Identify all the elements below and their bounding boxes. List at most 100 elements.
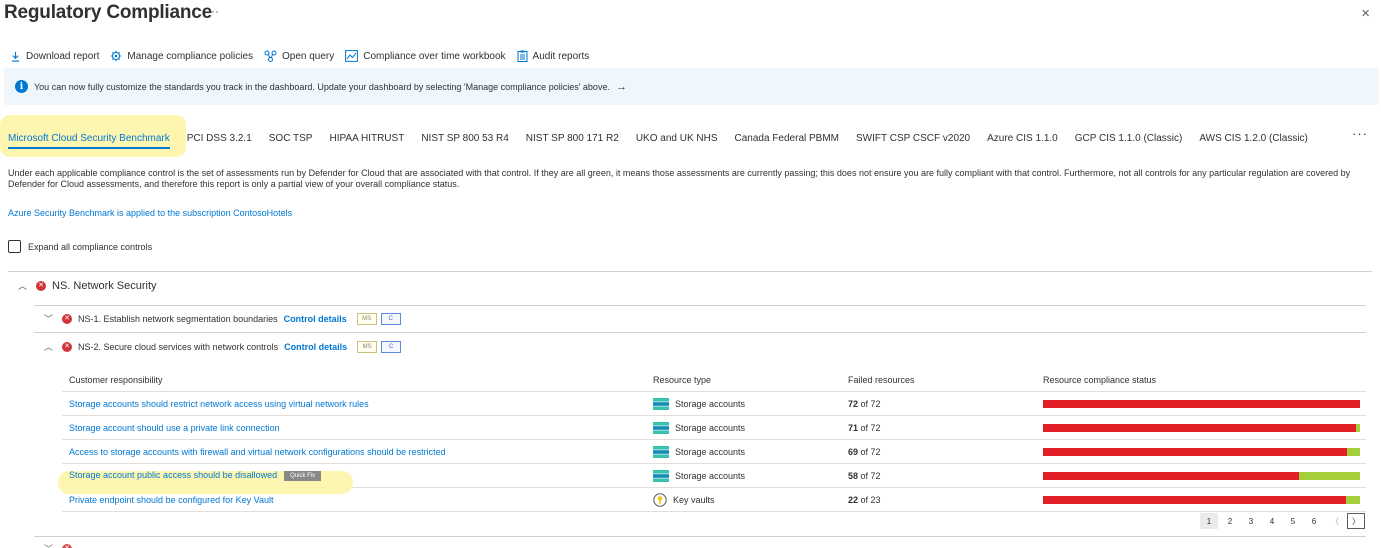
tab-soc-tsp[interactable]: SOC TSP [269,133,313,144]
error-icon: ✕ [62,313,73,324]
recommendation-cell: Storage account public access should be … [58,470,646,495]
chart-icon [345,50,359,62]
total-count: of 72 [860,422,881,433]
tab-microsoft-cloud-security-benchmark[interactable]: Microsoft Cloud Security Benchmark [8,133,170,149]
tab-gcp-cis[interactable]: GCP CIS 1.1.0 (Classic) [1075,133,1183,144]
recommendation-link[interactable]: Storage account should use a private lin… [69,423,280,433]
audit-reports-button[interactable]: Audit reports [517,50,590,62]
expand-all-row[interactable]: Expand all compliance controls [8,240,152,253]
recommendation-link[interactable]: Access to storage accounts with firewall… [69,447,446,457]
header-failed-resources[interactable]: Failed resources [841,375,1036,385]
control-details-link[interactable]: Control details [284,342,347,352]
ms-tag: MS [356,312,377,325]
next-page-icon[interactable]: 〉 [1347,513,1365,529]
close-icon[interactable]: × [1361,6,1370,21]
pagination: 1 2 3 4 5 6 〈 〉 [1200,513,1368,529]
open-query-button[interactable]: Open query [264,50,334,62]
passed-segment [1346,495,1360,504]
compliance-over-time-workbook-button[interactable]: Compliance over time workbook [345,50,506,62]
divider [34,536,1366,537]
table-row[interactable]: Access to storage accounts with firewall… [62,440,1366,464]
tab-swift-csp-cscf[interactable]: SWIFT CSP CSCF v2020 [856,133,970,144]
section-network-security[interactable]: ︿ ✕ NS. Network Security [18,279,157,292]
failed-segment [1043,399,1360,408]
page-4-button[interactable]: 4 [1263,513,1281,529]
failed-count: 58 [848,470,859,481]
expand-all-checkbox[interactable] [8,240,21,253]
page-2-button[interactable]: 2 [1221,513,1239,529]
resource-type-label: Storage accounts [675,446,746,457]
toolbar: Download report Manage compliance polici… [10,48,600,64]
resource-type-cell: Storage accounts [646,469,841,482]
resource-type-cell: Key vaults [646,492,841,507]
tab-hipaa-hitrust[interactable]: HIPAA HITRUST [329,133,404,144]
table-row[interactable]: Private endpoint should be configured fo… [62,488,1366,512]
control-ns-3-partial[interactable]: ﹀ ✕ [44,542,78,548]
tab-canada-federal-pbmm[interactable]: Canada Federal PBMM [735,133,840,144]
benchmark-subscription-link[interactable]: Azure Security Benchmark is applied to t… [8,208,292,218]
manage-compliance-policies-label: Manage compliance policies [127,50,253,62]
header-resource-type[interactable]: Resource type [646,375,841,385]
recommendation-link[interactable]: Storage accounts should restrict network… [69,399,369,409]
control-details-link[interactable]: Control details [284,314,347,324]
failed-resources-cell: 58 of 72 [841,471,1036,481]
compliance-bar [1043,423,1360,432]
control-ns-1[interactable]: ﹀ ✕ NS-1. Establish network segmentation… [44,312,401,325]
tab-uko-uk-nhs[interactable]: UKO and UK NHS [636,133,718,144]
control-label: NS-2. Secure cloud services with network… [78,341,279,352]
compliance-over-time-workbook-label: Compliance over time workbook [363,50,506,62]
page-title: Regulatory Compliance [4,2,213,23]
page-1-button[interactable]: 1 [1200,513,1218,529]
passed-segment [1299,471,1360,480]
tab-azure-cis[interactable]: Azure CIS 1.1.0 [987,133,1058,144]
recommendations-table: Customer responsibility Resource type Fa… [58,368,1366,512]
prev-page-icon[interactable]: 〈 [1326,513,1344,529]
info-banner: i You can now fully customize the standa… [4,68,1379,105]
header-customer-responsibility[interactable]: Customer responsibility [62,375,646,385]
total-count: of 72 [860,446,881,457]
table-row[interactable]: Storage account should use a private lin… [62,416,1366,440]
failed-resources-cell: 72 of 72 [841,399,1036,409]
error-icon: ✕ [36,280,47,291]
page-5-button[interactable]: 5 [1284,513,1302,529]
audit-reports-label: Audit reports [532,50,590,62]
manage-compliance-policies-button[interactable]: Manage compliance policies [110,50,253,62]
failed-segment [1043,423,1356,432]
passed-segment [1347,447,1360,456]
chevron-down-icon[interactable]: ﹀ [44,312,53,325]
storage-icon [653,469,669,482]
compliance-status-cell [1036,399,1366,408]
divider [34,332,1366,333]
failed-count: 22 [848,494,859,505]
expand-all-label: Expand all compliance controls [28,241,153,252]
download-report-button[interactable]: Download report [10,51,99,62]
tab-nist-800-53[interactable]: NIST SP 800 53 R4 [421,133,508,144]
failed-count: 69 [848,446,859,457]
download-report-label: Download report [26,50,100,62]
storage-icon [653,421,669,434]
tabs-more-icon[interactable]: ··· [1352,126,1368,141]
table-row[interactable]: Storage account public access should be … [58,464,1366,495]
page-6-button[interactable]: 6 [1305,513,1323,529]
failed-segment [1043,447,1347,456]
recommendation-cell: Storage accounts should restrict network… [62,399,646,409]
table-header: Customer responsibility Resource type Fa… [62,368,1366,392]
standards-tabs: Microsoft Cloud Security Benchmark PCI D… [8,128,1325,149]
arrow-right-icon[interactable]: → [616,81,627,93]
more-options-icon[interactable]: ··· [207,4,219,18]
tab-pci-dss[interactable]: PCI DSS 3.2.1 [187,133,252,144]
total-count: of 23 [860,494,881,505]
recommendation-link[interactable]: Storage account public access should be … [69,470,277,480]
tab-aws-cis[interactable]: AWS CIS 1.2.0 (Classic) [1199,133,1308,144]
control-ns-2[interactable]: ︿ ✕ NS-2. Secure cloud services with net… [44,340,402,353]
failed-segment [1043,471,1299,480]
tab-nist-800-171[interactable]: NIST SP 800 171 R2 [526,133,619,144]
resource-type-label: Storage accounts [675,398,746,409]
table-row[interactable]: Storage accounts should restrict network… [62,392,1366,416]
chevron-up-icon[interactable]: ︿ [44,340,53,353]
page-3-button[interactable]: 3 [1242,513,1260,529]
header-resource-compliance-status[interactable]: Resource compliance status [1036,375,1366,385]
recommendation-link[interactable]: Private endpoint should be configured fo… [69,495,273,505]
chevron-up-icon[interactable]: ︿ [18,279,27,292]
chevron-down-icon[interactable]: ﹀ [44,542,53,548]
